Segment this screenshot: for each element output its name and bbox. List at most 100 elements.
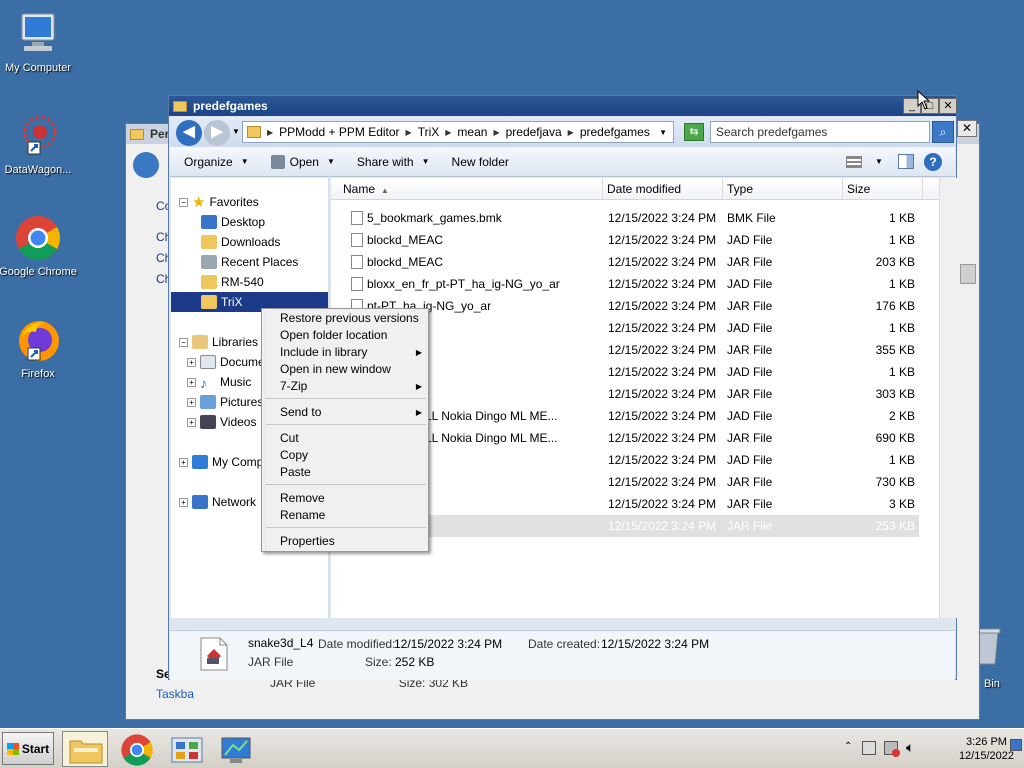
file-icon: [351, 211, 363, 225]
file-name: blockd_MEAC: [367, 233, 444, 247]
file-size: 1 KB: [888, 233, 915, 247]
network-tool-icon: [221, 737, 251, 763]
view-dropdown[interactable]: ▼: [875, 157, 883, 166]
address-dropdown[interactable]: ▼: [659, 128, 667, 137]
file-type: JAR File: [727, 255, 773, 269]
file-date-modified: 12/15/2022 3:24 PM: [608, 365, 717, 379]
breadcrumb-item[interactable]: PPModd + PPM Editor: [279, 125, 399, 139]
help-icon[interactable]: ?: [924, 153, 942, 171]
desktop-icon-my-computer[interactable]: My Computer: [0, 10, 78, 74]
clock[interactable]: 3:26 PM 12/15/2022: [959, 735, 1014, 763]
submenu-arrow-icon: ▶: [415, 382, 422, 391]
title-bar[interactable]: predefgames: [169, 96, 956, 116]
show-hidden-icons-button[interactable]: ⌃: [844, 741, 852, 752]
file-type: JAR File: [727, 519, 773, 533]
nav-item-rm540[interactable]: RM-540: [171, 272, 328, 292]
file-row[interactable]: blockd_MEAC 12/15/2022 3:24 PM JAR File 203…: [331, 251, 919, 273]
file-date-modified: 12/15/2022 3:24 PM: [608, 277, 717, 291]
recycle-bin-label: Bin: [984, 678, 1000, 690]
close-button-background[interactable]: ✕: [957, 120, 977, 137]
jar-file-icon: [200, 637, 228, 671]
search-input[interactable]: Search predefgames: [710, 121, 930, 143]
network-status-icon[interactable]: [884, 741, 900, 757]
menu-item-include-in-library[interactable]: Include in library ▶: [280, 344, 422, 361]
search-icon[interactable]: ⌕: [932, 121, 954, 143]
action-center-icon[interactable]: [862, 741, 876, 755]
breadcrumb-item[interactable]: mean: [457, 125, 487, 139]
column-header-name[interactable]: Name ▲: [331, 178, 603, 200]
breadcrumb-item[interactable]: predefjava: [506, 125, 562, 139]
file-size: 303 KB: [875, 387, 915, 401]
file-size: 1 KB: [888, 321, 915, 335]
show-desktop-icon[interactable]: [1010, 739, 1022, 751]
desktop-icon-firefox[interactable]: Firefox: [0, 316, 78, 380]
nav-favorites[interactable]: − ★ Favorites: [171, 192, 328, 212]
clock-time: 3:26 PM: [965, 736, 1007, 748]
column-header-date[interactable]: Date modified: [603, 178, 723, 200]
pictures-icon: [200, 395, 216, 409]
taskbar-network-tool[interactable]: [212, 731, 258, 767]
file-name: bloxx_en_fr_pt-PT_ha_ig-NG_yo_ar: [367, 277, 560, 291]
back-button[interactable]: ◀: [176, 120, 202, 146]
taskbar-explorer[interactable]: [62, 731, 108, 767]
menu-item-paste[interactable]: Paste: [280, 464, 422, 481]
details-date-created: 12/15/2022 3:24 PM: [601, 637, 710, 651]
music-icon: ♪: [200, 375, 207, 391]
menu-item-7zip[interactable]: 7-Zip ▶: [280, 378, 422, 395]
desktop-icon-datawagon[interactable]: DataWagon...: [0, 112, 78, 176]
new-folder-button[interactable]: New folder: [452, 155, 509, 169]
clock-date: 12/15/2022: [958, 750, 1014, 762]
menu-item-copy[interactable]: Copy: [280, 447, 422, 464]
menu-item-cut[interactable]: Cut: [280, 430, 422, 447]
file-size: 3 KB: [888, 497, 915, 511]
menu-item-properties[interactable]: Properties: [280, 533, 422, 550]
recent-pages-dropdown[interactable]: ▼: [232, 127, 240, 136]
forward-button[interactable]: ▶: [204, 120, 230, 146]
nav-item-desktop[interactable]: Desktop: [171, 212, 328, 232]
menu-item-send-to[interactable]: Send to ▶: [280, 404, 422, 421]
menu-item-restore-previous-versions[interactable]: Restore previous versions: [280, 310, 422, 327]
taskbar: Start ⌃ 🔈︎ 3:26 PM 12/15/2022: [0, 728, 1024, 768]
menu-item-remove[interactable]: Remove: [280, 490, 422, 507]
breadcrumb-item[interactable]: TriX: [418, 125, 440, 139]
back-button-background[interactable]: [133, 152, 159, 178]
taskbar-chrome[interactable]: [113, 731, 159, 767]
nav-item-recent-places[interactable]: Recent Places: [171, 252, 328, 272]
view-options-icon[interactable]: [846, 156, 862, 168]
column-header-type[interactable]: Type: [723, 178, 843, 200]
taskbar-control-panel[interactable]: [163, 731, 209, 767]
start-button[interactable]: Start: [2, 732, 54, 765]
desktop-icon-google-chrome[interactable]: Google Chrome: [0, 214, 78, 278]
file-icon: [351, 277, 363, 291]
file-type: JAR File: [727, 431, 773, 445]
breadcrumb[interactable]: ▶ PPModd + PPM Editor ▶ TriX ▶ mean ▶ pr…: [242, 121, 674, 143]
file-size: 1 KB: [888, 453, 915, 467]
libraries-icon: [192, 335, 208, 349]
file-row[interactable]: 5_bookmark_games.bmk 12/15/2022 3:24 PM BM…: [331, 207, 919, 229]
preview-pane-icon[interactable]: [898, 154, 914, 169]
menu-item-open-folder-location[interactable]: Open folder location: [280, 327, 422, 344]
share-with-button[interactable]: Share with ▼: [357, 155, 430, 169]
background-scrollbar[interactable]: [960, 264, 976, 284]
details-file-name: snake3d_L4: [248, 636, 314, 650]
file-row[interactable]: blockd_MEAC 12/15/2022 3:24 PM JAD File 1 K…: [331, 229, 919, 251]
open-button[interactable]: Open ▼: [270, 154, 335, 169]
file-size: 2 KB: [888, 409, 915, 423]
refresh-button[interactable]: ⇆: [684, 123, 704, 141]
menu-item-rename[interactable]: Rename: [280, 507, 422, 524]
close-button[interactable]: ✕: [939, 98, 957, 114]
menu-item-open-in-new-window[interactable]: Open in new window: [280, 361, 422, 378]
file-date-modified: 12/15/2022 3:24 PM: [608, 475, 717, 489]
volume-icon[interactable]: 🔈︎: [906, 739, 914, 756]
column-header-size[interactable]: Size: [843, 178, 923, 200]
details-date-created-label: Date created:: [528, 637, 601, 651]
details-size-label: Size:: [365, 655, 392, 669]
breadcrumb-item[interactable]: predefgames: [580, 125, 650, 139]
nav-item-downloads[interactable]: Downloads: [171, 232, 328, 252]
file-type: JAD File: [727, 277, 773, 291]
file-row[interactable]: bloxx_en_fr_pt-PT_ha_ig-NG_yo_ar 12/15/20…: [331, 273, 919, 295]
details-date-modified: 12/15/2022 3:24 PM: [394, 637, 503, 651]
vertical-scrollbar[interactable]: [939, 178, 957, 618]
file-date-modified: 12/15/2022 3:24 PM: [608, 233, 717, 247]
organize-button[interactable]: Organize ▼: [184, 155, 249, 169]
